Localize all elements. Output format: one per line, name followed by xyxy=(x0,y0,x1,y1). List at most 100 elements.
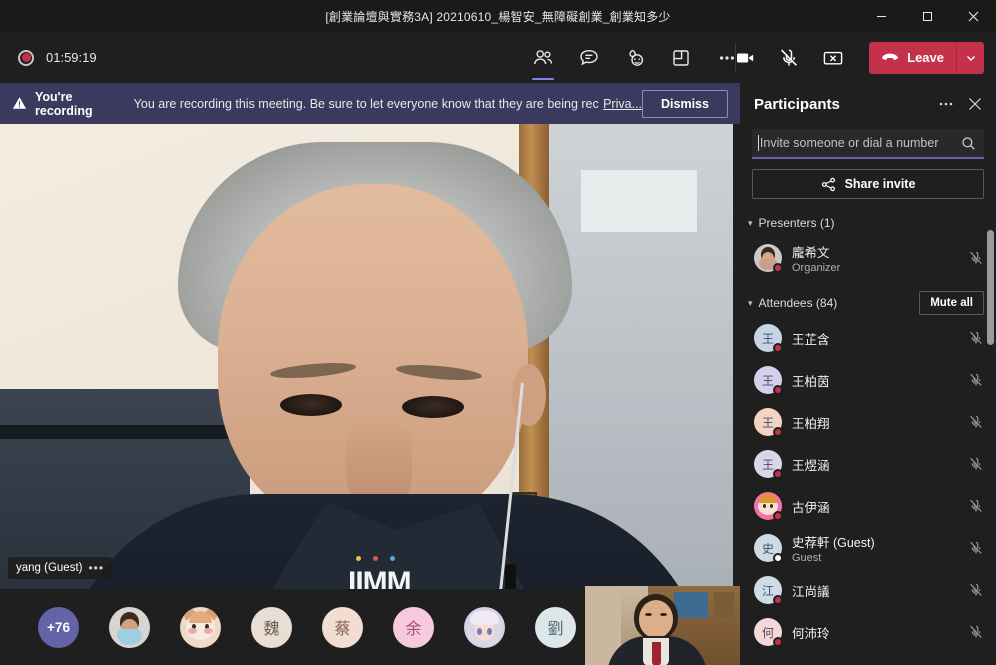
speaker-earphone-control xyxy=(505,564,516,589)
mic-off-icon[interactable] xyxy=(968,250,984,266)
search-input[interactable] xyxy=(759,136,961,150)
self-view-video[interactable] xyxy=(585,586,740,665)
participant-role: Organizer xyxy=(792,262,841,274)
avatar-initial: 江 xyxy=(761,583,774,598)
table-row[interactable]: 王 王芷含 xyxy=(748,317,990,359)
filmstrip-avatar-anime[interactable] xyxy=(464,606,505,648)
presence-badge xyxy=(773,595,783,605)
participants-panel-header: Participants xyxy=(740,83,996,125)
mic-off-icon[interactable] xyxy=(968,372,984,388)
table-row[interactable]: 江 江尚議 xyxy=(748,569,990,611)
participant-name: 史荐軒 (Guest) xyxy=(792,536,875,550)
leave-button[interactable]: Leave xyxy=(869,42,956,74)
filmstrip-avatar-cai[interactable]: 蔡 xyxy=(322,606,363,648)
shirt-logo-dots xyxy=(356,556,395,561)
attendees-section-header[interactable]: ▾ Attendees (84) Mute all xyxy=(740,289,996,317)
recording-banner: You're recording You are recording this … xyxy=(0,83,740,124)
avatar-initial: 王 xyxy=(761,415,774,430)
table-row[interactable]: 王 王柏茵 xyxy=(748,359,990,401)
leave-button-group: Leave xyxy=(869,41,984,74)
avatar-initial: 王 xyxy=(761,457,774,472)
table-row[interactable]: 何 何沛玲 xyxy=(748,611,990,653)
presence-badge xyxy=(773,637,783,647)
minimize-button[interactable] xyxy=(858,0,904,32)
breakout-rooms-button[interactable] xyxy=(663,40,699,76)
toolbar-right-actions: Leave xyxy=(727,32,984,83)
avatar: 史 xyxy=(754,534,783,563)
chat-button[interactable] xyxy=(571,40,607,76)
participant-name: 古伊涵 xyxy=(792,500,830,515)
presence-badge xyxy=(773,263,783,273)
avatar: 王 xyxy=(754,324,783,353)
active-speaker-video[interactable]: IIMM yang (Guest) ••• xyxy=(0,124,733,589)
record-dot-icon xyxy=(18,49,34,66)
panel-close-icon[interactable] xyxy=(968,97,982,111)
participants-scrollbar[interactable] xyxy=(987,230,994,345)
speaker-eye-right xyxy=(402,396,464,418)
shirt-logo: IIMM xyxy=(348,566,412,589)
participant-row-presenter[interactable]: 龐希文 Organizer xyxy=(748,237,990,279)
recording-indicator: 01:59:19 xyxy=(18,49,97,66)
stop-sharing-button[interactable] xyxy=(815,40,851,76)
leave-dropdown-button[interactable] xyxy=(956,41,984,74)
mic-off-icon[interactable] xyxy=(968,582,984,598)
microphone-muted-button[interactable] xyxy=(771,40,807,76)
chevron-down-icon[interactable]: ▾ xyxy=(748,218,753,229)
attendees-section-label: Attendees (84) xyxy=(758,296,838,310)
filmstrip-avatar-liu[interactable]: 劉 xyxy=(535,606,576,648)
mic-off-icon[interactable] xyxy=(968,330,984,346)
meeting-toolbar: 01:59:19 Leave xyxy=(0,32,996,83)
mic-off-icon[interactable] xyxy=(968,414,984,430)
reactions-button[interactable] xyxy=(617,40,653,76)
maximize-button[interactable] xyxy=(904,0,950,32)
dismiss-banner-button[interactable]: Dismiss xyxy=(642,89,728,118)
participant-name: 王柏翔 xyxy=(792,416,830,431)
window-controls xyxy=(858,0,996,32)
avatar: 王 xyxy=(754,366,783,395)
attendees-list: 王 王芷含 王 王柏茵 王 王柏翔 王 王煜涵 古伊涵 史 史荐軒 (Guest… xyxy=(740,317,996,653)
avatar: 王 xyxy=(754,450,783,479)
share-invite-label: Share invite xyxy=(844,177,916,191)
share-invite-button[interactable]: Share invite xyxy=(752,169,984,199)
invite-search-field[interactable] xyxy=(752,129,984,159)
warning-triangle-icon xyxy=(12,96,27,111)
meeting-timer: 01:59:19 xyxy=(46,50,97,65)
filmstrip-avatar-photo[interactable] xyxy=(109,606,150,648)
leave-button-label: Leave xyxy=(907,50,944,65)
presence-badge xyxy=(773,511,783,521)
avatar: 王 xyxy=(754,408,783,437)
avatar xyxy=(754,244,783,273)
mic-off-icon[interactable] xyxy=(968,624,984,640)
presenters-section-header[interactable]: ▾ Presenters (1) xyxy=(740,209,996,237)
table-row[interactable]: 王 王煜涵 xyxy=(748,443,990,485)
table-row[interactable]: 王 王柏翔 xyxy=(748,401,990,443)
close-button[interactable] xyxy=(950,0,996,32)
filmstrip-overflow-badge[interactable]: +76 xyxy=(38,606,79,648)
active-speaker-name-chip: yang (Guest) ••• xyxy=(8,557,113,579)
table-row[interactable]: 史 史荐軒 (Guest) Guest xyxy=(748,527,990,569)
toolbar-center-actions xyxy=(525,32,745,83)
privacy-policy-link[interactable]: Priva... xyxy=(603,97,642,111)
panel-more-options-icon[interactable] xyxy=(938,96,954,112)
filmstrip-avatar-cat[interactable] xyxy=(180,606,221,648)
mic-off-icon[interactable] xyxy=(968,540,984,556)
participant-more-options-button[interactable]: ••• xyxy=(88,561,104,575)
presence-badge xyxy=(773,343,783,353)
mic-off-icon[interactable] xyxy=(968,498,984,514)
mic-off-icon[interactable] xyxy=(968,456,984,472)
hangup-icon xyxy=(882,53,899,60)
participant-name: 江尚議 xyxy=(792,584,830,599)
presenters-list: 龐希文 Organizer xyxy=(740,237,996,279)
presence-badge xyxy=(773,469,783,479)
search-icon[interactable] xyxy=(961,136,976,151)
table-row[interactable]: 古伊涵 xyxy=(748,485,990,527)
people-button[interactable] xyxy=(525,40,561,80)
mute-all-button[interactable]: Mute all xyxy=(919,291,984,315)
presence-badge xyxy=(773,385,783,395)
camera-button[interactable] xyxy=(727,40,763,76)
chevron-down-icon[interactable]: ▾ xyxy=(748,298,753,309)
window-title: [創業論壇與實務3A] 20210610_楊智安_無障礙創業_創業知多少 xyxy=(325,9,671,24)
presenters-section-label: Presenters (1) xyxy=(758,216,835,230)
filmstrip-avatar-yu[interactable]: 余 xyxy=(393,606,434,648)
filmstrip-avatar-wei[interactable]: 魏 xyxy=(251,606,292,648)
